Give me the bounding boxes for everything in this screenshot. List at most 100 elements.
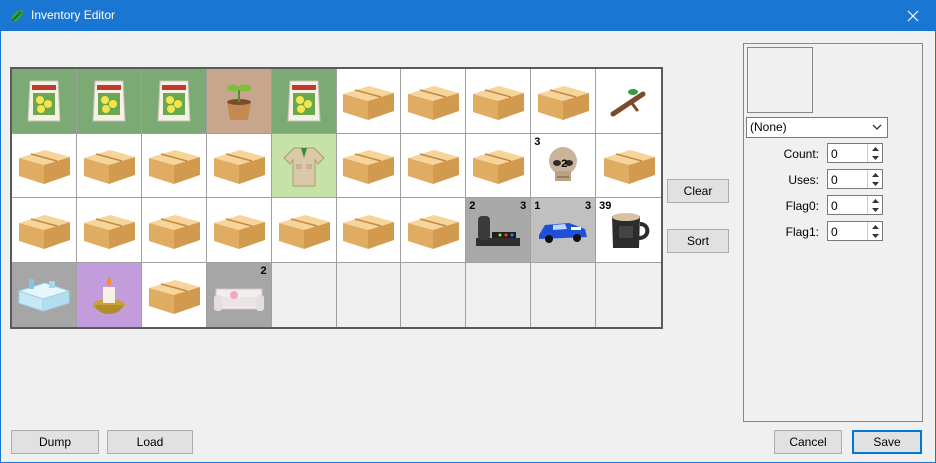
inventory-slot-empty[interactable]: [271, 262, 337, 327]
inventory-slot-cardboard-box[interactable]: [141, 133, 207, 198]
spin-down-icon[interactable]: [868, 153, 882, 162]
inventory-slot-flower-seed-bag[interactable]: [141, 69, 207, 134]
inventory-slot-cardboard-box[interactable]: [76, 133, 142, 198]
spin-up-icon[interactable]: [868, 144, 882, 153]
inventory-slot-flower-seed-bag[interactable]: [76, 69, 142, 134]
inventory-slot-white-sofa[interactable]: 2: [206, 262, 272, 327]
close-button[interactable]: [890, 0, 936, 31]
inventory-slot-skull-fossil[interactable]: 32: [531, 133, 597, 198]
uses-field[interactable]: 0: [827, 169, 883, 189]
inventory-slot-empty[interactable]: [531, 262, 597, 327]
inventory-slot-cardboard-box[interactable]: [401, 198, 467, 263]
spin-up-icon[interactable]: [868, 170, 882, 179]
cardboard-box-icon: [278, 214, 330, 249]
load-button[interactable]: Load: [107, 430, 193, 454]
race-car-icon: [539, 222, 588, 243]
inventory-slot-cardboard-box[interactable]: [401, 69, 467, 134]
item-select[interactable]: (None): [746, 117, 888, 138]
inventory-slot-cardboard-box[interactable]: [531, 69, 597, 134]
uses-spinner[interactable]: [867, 170, 882, 188]
count-label: Count:: [783, 147, 819, 161]
inventory-slot-cardboard-box[interactable]: [141, 198, 207, 263]
cardboard-box-icon: [18, 214, 70, 249]
leaf-icon: [11, 10, 23, 22]
sort-button[interactable]: Sort: [667, 229, 729, 253]
inventory-slot-empty[interactable]: [466, 262, 532, 327]
flag0-spinner[interactable]: [867, 196, 882, 214]
inventory-slot-flower-seed-bag[interactable]: [12, 69, 77, 134]
slot-count-badge: 2: [469, 200, 476, 212]
spin-up-icon[interactable]: [868, 196, 882, 205]
cardboard-box-icon: [148, 150, 200, 185]
inventory-slot-candle-lamp[interactable]: [76, 262, 142, 327]
inventory-slot-cardboard-box[interactable]: [596, 133, 661, 198]
slot-count-badge: 2: [260, 264, 267, 277]
inventory-slot-arcade-machine[interactable]: 23: [466, 198, 532, 263]
inventory-slot-empty[interactable]: [596, 262, 661, 327]
white-sofa-icon: [213, 288, 264, 311]
cardboard-box-icon: [83, 150, 135, 185]
count-field[interactable]: 0: [827, 143, 883, 163]
close-icon: [907, 10, 919, 21]
item-preview: [747, 47, 813, 113]
inventory-slot-cardboard-box[interactable]: [336, 69, 402, 134]
inventory-slot-flower-seed-bag[interactable]: [271, 69, 337, 134]
slot-count-badge: 39: [599, 200, 612, 212]
inventory-slot-cardboard-box[interactable]: [336, 133, 402, 198]
spin-down-icon[interactable]: [868, 231, 882, 240]
inventory-slot-cardboard-box[interactable]: [466, 69, 532, 134]
cardboard-box-icon: [343, 214, 395, 249]
flag1-spinner[interactable]: [867, 222, 882, 240]
candle-lamp-icon: [92, 276, 125, 314]
spin-up-icon[interactable]: [868, 222, 882, 231]
title-bar: Inventory Editor: [0, 0, 936, 31]
slot-count-badge: 2: [561, 157, 568, 170]
cardboard-box-icon: [473, 150, 525, 185]
flag1-value: 0: [831, 225, 838, 239]
flower-seed-bag-icon: [27, 80, 61, 122]
count-spinner[interactable]: [867, 144, 882, 162]
inventory-slot-cardboard-box[interactable]: [76, 198, 142, 263]
inventory-slot-empty[interactable]: [336, 262, 402, 327]
inventory-slot-race-car[interactable]: 13: [531, 198, 597, 263]
save-button[interactable]: Save: [852, 430, 922, 454]
inventory-slot-cardboard-box[interactable]: [336, 198, 402, 263]
inventory-slot-sapling-pot[interactable]: [206, 69, 272, 134]
clear-button[interactable]: Clear: [667, 179, 729, 203]
flower-seed-bag-icon: [157, 80, 191, 122]
explorer-shirt-icon: [282, 147, 325, 187]
inventory-slot-cardboard-box[interactable]: [141, 262, 207, 327]
inventory-slot-cardboard-box[interactable]: [466, 133, 532, 198]
inventory-slot-explorer-shirt[interactable]: [271, 133, 337, 198]
cardboard-box-icon: [473, 85, 525, 120]
inventory-slot-cardboard-box[interactable]: [206, 133, 272, 198]
slot-count-badge: 1: [534, 200, 541, 212]
slot-count-badge: 3: [534, 135, 541, 148]
cancel-button[interactable]: Cancel: [774, 430, 842, 454]
flag0-field[interactable]: 0: [827, 195, 883, 215]
inventory-slot-cardboard-box[interactable]: [12, 198, 77, 263]
count-value: 0: [831, 147, 838, 161]
inventory-slot-tree-branch[interactable]: [596, 69, 661, 134]
spin-down-icon[interactable]: [868, 179, 882, 188]
window-title: Inventory Editor: [31, 8, 116, 22]
inventory-slot-empty[interactable]: [401, 262, 467, 327]
dump-button[interactable]: Dump: [11, 430, 99, 454]
inventory-slot-cardboard-box[interactable]: [12, 133, 77, 198]
inventory-slot-coffee-mug[interactable]: 39: [596, 198, 661, 263]
chevron-down-icon: [872, 124, 882, 130]
cardboard-box-icon: [408, 85, 460, 120]
inventory-slot-cardboard-box[interactable]: [401, 133, 467, 198]
inventory-grid: 3 2 2 3 1 3 39 2: [10, 67, 663, 329]
inventory-slot-ice-table[interactable]: [12, 262, 77, 327]
cardboard-box-icon: [343, 85, 395, 120]
cardboard-box-icon: [213, 150, 265, 185]
inventory-slot-cardboard-box[interactable]: [206, 198, 272, 263]
flag1-field[interactable]: 0: [827, 221, 883, 241]
ice-table-icon: [17, 278, 71, 312]
coffee-mug-icon: [611, 212, 649, 248]
inventory-slot-cardboard-box[interactable]: [271, 198, 337, 263]
spin-down-icon[interactable]: [868, 205, 882, 214]
cardboard-box-icon: [408, 150, 460, 185]
cardboard-box-icon: [148, 279, 200, 314]
